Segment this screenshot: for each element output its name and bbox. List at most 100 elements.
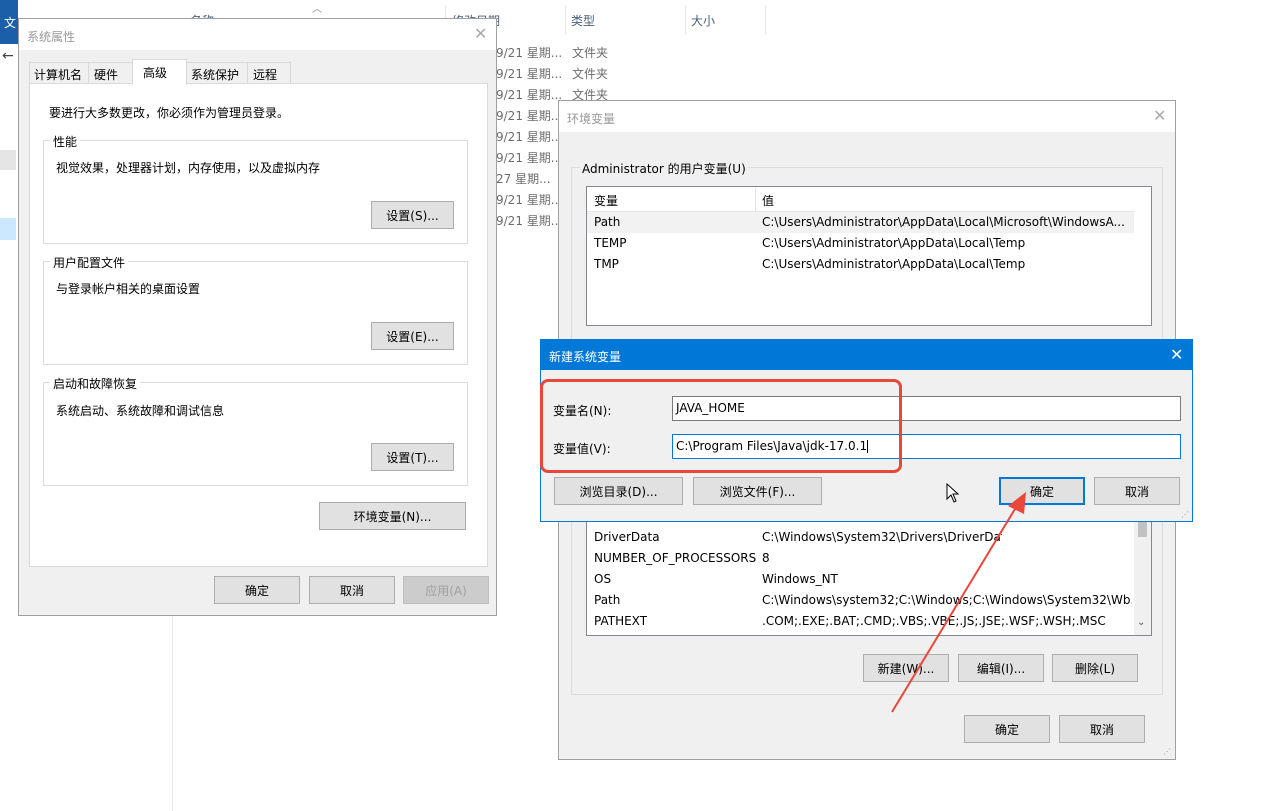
- variable-name: OS: [594, 572, 612, 586]
- profile-settings-button[interactable]: 设置(E)...: [371, 322, 454, 350]
- table-row[interactable]: OS Windows_NT: [587, 569, 1134, 590]
- list-item-date: 27 星期...: [496, 172, 551, 186]
- user-variables-list[interactable]: 变量 值 Path C:\Users\Administrator\AppData…: [586, 186, 1152, 326]
- browse-directory-button[interactable]: 浏览目录(D)...: [554, 477, 683, 505]
- browse-file-button[interactable]: 浏览文件(F)...: [693, 477, 822, 505]
- column-divider[interactable]: [765, 6, 766, 34]
- ok-button[interactable]: 确定: [214, 576, 300, 604]
- list-item-type: 文件夹: [572, 46, 609, 60]
- close-icon[interactable]: ✕: [1170, 347, 1183, 363]
- list-item-date: 9/21 星期...: [496, 214, 563, 228]
- apply-button[interactable]: 应用(A): [403, 576, 489, 604]
- back-arrow-icon[interactable]: ←: [2, 48, 14, 64]
- column-header-variable[interactable]: 变量: [594, 192, 618, 209]
- table-row[interactable]: PATHEXT .COM;.EXE;.BAT;.CMD;.VBS;.VBE;.J…: [587, 611, 1134, 632]
- table-row[interactable]: NUMBER_OF_PROCESSORS 8: [587, 548, 1134, 569]
- variable-value: C:\Users\Administrator\AppData\Local\Tem…: [762, 236, 1026, 250]
- cancel-button[interactable]: 取消: [309, 576, 395, 604]
- variable-name: TMP: [594, 257, 619, 271]
- list-header: 变量 值: [587, 187, 1134, 212]
- table-row[interactable]: TMP C:\Users\Administrator\AppData\Local…: [587, 254, 1134, 275]
- delete-variable-button[interactable]: 删除(L): [1052, 654, 1138, 682]
- system-properties-dialog: 系统属性 ✕ 计算机名 硬件 高级 系统保护 远程 要进行大多数更改，你必须作为…: [18, 18, 497, 616]
- variable-name: DriverData: [594, 530, 660, 544]
- performance-group: 性能 视觉效果，处理器计划，内存使用，以及虚拟内存 设置(S)...: [43, 133, 468, 244]
- dialog-titlebar[interactable]: 系统属性 ✕: [19, 19, 496, 50]
- explorer-ribbon-tab[interactable]: 文: [0, 0, 18, 44]
- admin-notice: 要进行大多数更改，你必须作为管理员登录。: [49, 106, 290, 120]
- list-item-date: 9/21 星期...: [496, 151, 563, 165]
- file-menu-label: 文: [4, 16, 17, 30]
- performance-settings-button[interactable]: 设置(S)...: [371, 201, 454, 229]
- annotation-arrow: [891, 492, 1026, 713]
- tab-label: 计算机名: [34, 68, 83, 82]
- list-item-date: 9/21 星期...: [496, 109, 563, 123]
- tab-label: 远程: [253, 68, 278, 82]
- tab-computer-name[interactable]: 计算机名: [29, 62, 89, 83]
- list-item-date: 9/21 星期...: [496, 46, 563, 60]
- tab-label: 系统保护: [191, 68, 240, 82]
- vertical-scrollbar[interactable]: ⌄: [1134, 519, 1151, 635]
- table-row[interactable]: DriverData C:\Windows\System32\Drivers\D…: [587, 527, 1134, 548]
- dialog-title: 环境变量: [567, 112, 616, 126]
- variable-name: NUMBER_OF_PROCESSORS: [594, 551, 757, 565]
- environment-variables-button[interactable]: 环境变量(N)...: [319, 502, 466, 530]
- variable-value: 8: [762, 551, 770, 565]
- variable-value: Windows_NT: [762, 572, 838, 586]
- resize-grip-icon[interactable]: ⋰: [1181, 510, 1189, 519]
- group-title: 性能: [50, 133, 81, 150]
- resize-grip-icon[interactable]: ⋰: [1163, 747, 1171, 756]
- list-item[interactable]: 9/21 星期... 文件夹: [490, 42, 690, 62]
- table-row[interactable]: TEMP C:\Users\Administrator\AppData\Loca…: [587, 233, 1134, 254]
- system-variables-list[interactable]: DriverData C:\Windows\System32\Drivers\D…: [586, 518, 1152, 636]
- list-item-date: 9/21 星期...: [496, 193, 563, 207]
- column-divider[interactable]: [755, 187, 756, 211]
- ok-button[interactable]: 确定: [964, 715, 1050, 743]
- close-icon[interactable]: ✕: [1153, 108, 1166, 124]
- variable-value: C:\Users\Administrator\AppData\Local\Tem…: [762, 257, 1026, 271]
- variable-name: Path: [594, 593, 621, 607]
- user-profiles-group: 用户配置文件 与登录帐户相关的桌面设置 设置(E)...: [43, 254, 468, 365]
- close-icon[interactable]: ✕: [474, 26, 487, 42]
- table-row[interactable]: Path C:\Users\Administrator\AppData\Loca…: [587, 212, 1134, 233]
- tab-page: 要进行大多数更改，你必须作为管理员登录。 性能 视觉效果，处理器计划，内存使用，…: [29, 83, 488, 567]
- variable-name: Path: [594, 215, 621, 229]
- scrollbar-thumb[interactable]: [1138, 521, 1147, 537]
- dialog-titlebar[interactable]: 新建系统变量 ✕: [541, 340, 1192, 370]
- highlight-box: [540, 379, 902, 473]
- variable-name: TEMP: [594, 236, 627, 250]
- tab-advanced[interactable]: 高级: [132, 59, 187, 85]
- table-row[interactable]: Path C:\Windows\system32;C:\Windows;C:\W…: [587, 590, 1134, 611]
- cancel-button[interactable]: 取消: [1059, 715, 1145, 743]
- list-item-date: 9/21 星期...: [496, 88, 563, 102]
- tab-label: 高级: [143, 66, 168, 80]
- column-header-value[interactable]: 值: [762, 192, 774, 209]
- startup-settings-button[interactable]: 设置(T)...: [371, 443, 454, 471]
- column-header-type[interactable]: 类型: [571, 12, 595, 29]
- column-header-size[interactable]: 大小: [691, 12, 715, 29]
- list-item-date: 9/21 星期...: [496, 67, 563, 81]
- startup-recovery-group: 启动和故障恢复 系统启动、系统故障和调试信息 设置(T)...: [43, 375, 468, 486]
- nav-item-selected[interactable]: [0, 218, 16, 240]
- group-description: 与登录帐户相关的桌面设置: [56, 282, 201, 296]
- dialog-title: 系统属性: [27, 30, 76, 44]
- group-title: 启动和故障恢复: [50, 375, 141, 392]
- tab-strip: 计算机名 硬件 高级 系统保护 远程: [29, 59, 489, 85]
- chevron-down-icon[interactable]: ⌄: [1137, 617, 1145, 628]
- tab-remote[interactable]: 远程: [247, 62, 291, 83]
- list-item[interactable]: 9/21 星期... 文件夹: [490, 63, 690, 83]
- cancel-button[interactable]: 取消: [1094, 477, 1180, 505]
- variable-value: C:\Users\Administrator\AppData\Local\Mic…: [762, 215, 1125, 229]
- group-title: 用户配置文件: [50, 254, 129, 271]
- group-description: 系统启动、系统故障和调试信息: [56, 404, 225, 418]
- tab-hardware[interactable]: 硬件: [88, 62, 134, 83]
- column-divider[interactable]: [565, 6, 566, 34]
- group-title: Administrator 的用户变量(U): [580, 160, 748, 177]
- column-divider[interactable]: [685, 6, 686, 34]
- dialog-titlebar[interactable]: 环境变量 ✕: [559, 101, 1175, 132]
- nav-item[interactable]: [0, 150, 16, 170]
- list-item-date: 9/21 星期...: [496, 130, 563, 144]
- tab-system-protection[interactable]: 系统保护: [186, 62, 248, 83]
- variable-name: PATHEXT: [594, 614, 648, 628]
- explorer-nav-pane: [0, 150, 18, 280]
